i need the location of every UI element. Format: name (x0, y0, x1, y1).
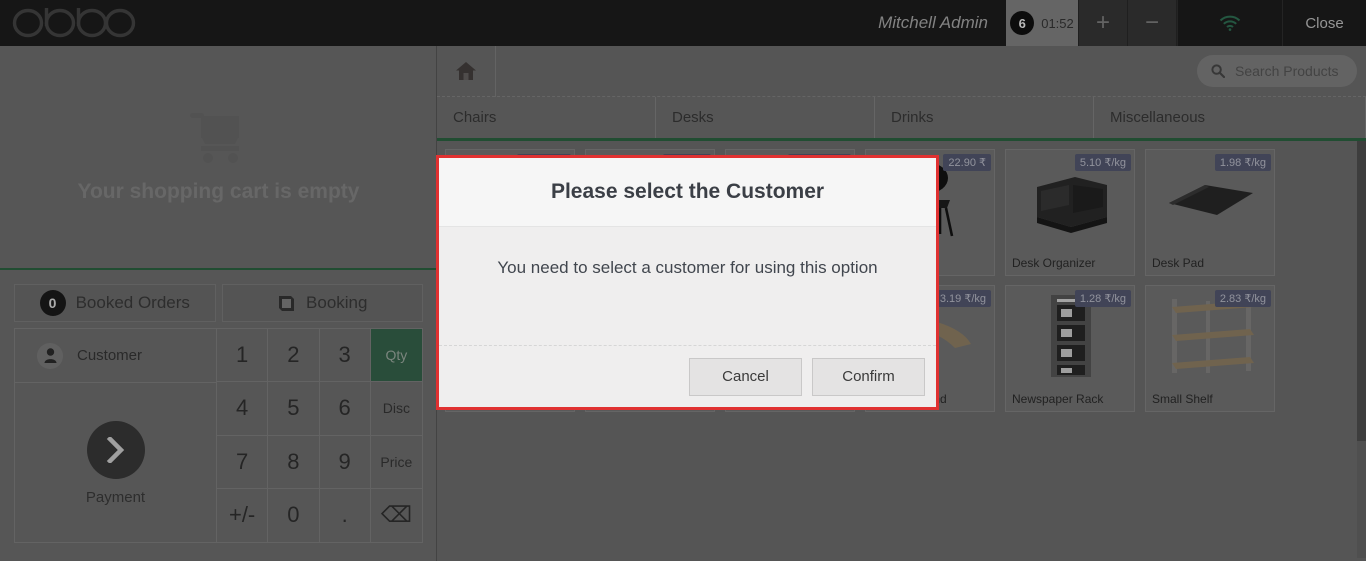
dialog-header: Please select the Customer (439, 158, 936, 227)
dialog-body: You need to select a customer for using … (439, 227, 936, 345)
select-customer-dialog: Please select the Customer You need to s… (436, 155, 939, 410)
cancel-button[interactable]: Cancel (689, 357, 802, 396)
pos-screen: Mitchell Admin 6 01:52 + − Close Your sh… (0, 0, 1366, 561)
dialog-footer: Cancel Confirm (439, 345, 936, 407)
confirm-button[interactable]: Confirm (812, 357, 925, 396)
dialog-title: Please select the Customer (550, 180, 825, 203)
dialog-message: You need to select a customer for using … (497, 258, 878, 277)
